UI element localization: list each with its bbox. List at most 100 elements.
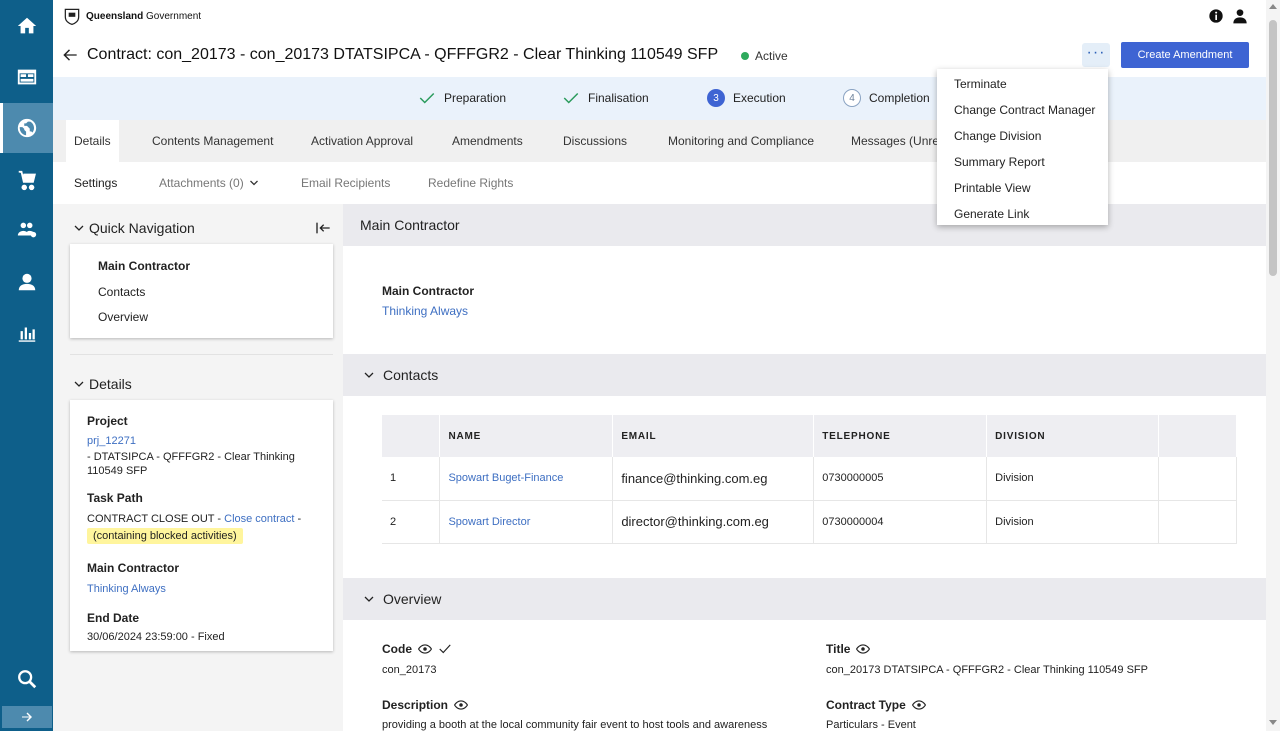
more-options-button[interactable]: ···	[1082, 43, 1110, 67]
menu-change-division[interactable]: Change Division	[954, 129, 1041, 143]
col-name[interactable]: NAME	[439, 415, 614, 457]
cart-icon	[18, 170, 36, 191]
sidebar-item-home[interactable]	[0, 1, 53, 51]
contact-telephone: 0730000005	[813, 457, 988, 501]
tab-amendments[interactable]: Amendments	[444, 120, 531, 162]
details-title: Details	[89, 376, 132, 392]
section-overview[interactable]: Overview	[343, 578, 1266, 620]
eye-icon[interactable]	[911, 698, 926, 712]
quick-nav-contacts[interactable]: Contacts	[98, 285, 145, 299]
quick-nav-main-contractor[interactable]: Main Contractor	[98, 259, 190, 273]
tab-activation-approval[interactable]: Activation Approval	[303, 120, 421, 162]
step-finalisation[interactable]: Finalisation	[562, 89, 649, 107]
check-icon	[439, 644, 451, 654]
col-telephone[interactable]: TELEPHONE	[813, 415, 988, 457]
divider	[70, 354, 333, 355]
subtab-redefine-rights[interactable]: Redefine Rights	[428, 176, 513, 190]
tab-contents-management[interactable]: Contents Management	[144, 120, 281, 162]
tab-discussions[interactable]: Discussions	[555, 120, 635, 162]
contact-email: director@thinking.com.eg	[612, 500, 815, 544]
main-contractor-link[interactable]: Thinking Always	[87, 582, 307, 596]
menu-summary-report[interactable]: Summary Report	[954, 155, 1045, 169]
brand-text: Queensland Government	[86, 10, 202, 22]
scroll-down-arrow[interactable]	[1269, 720, 1277, 725]
description-label-text: Description	[382, 698, 449, 712]
col-actions	[1158, 415, 1237, 457]
sidebar-item-cart[interactable]	[0, 155, 53, 205]
check-icon	[419, 92, 435, 104]
eye-icon[interactable]	[454, 698, 469, 712]
section-title: Main Contractor	[360, 217, 460, 233]
quick-navigation-title: Quick Navigation	[89, 220, 195, 236]
info-icon[interactable]	[1208, 8, 1224, 24]
tab-details[interactable]: Details	[66, 120, 119, 162]
sidebar-item-dashboard[interactable]	[0, 52, 53, 102]
col-division[interactable]: DIVISION	[986, 415, 1160, 457]
tab-monitoring-compliance[interactable]: Monitoring and Compliance	[660, 120, 822, 162]
contract-type-value: Particulars - Event	[826, 719, 916, 731]
blocked-activities-note: (containing blocked activities)	[87, 528, 243, 544]
step-number: 3	[707, 89, 725, 107]
scroll-up-arrow[interactable]	[1269, 4, 1277, 9]
title-value: con_20173 DTATSIPCA - QFFFGR2 - Clear Th…	[826, 664, 1148, 676]
menu-change-contract-manager[interactable]: Change Contract Manager	[954, 103, 1095, 117]
section-title: Overview	[383, 591, 442, 607]
sidebar-item-contracts[interactable]	[0, 103, 53, 153]
page-scrollbar[interactable]	[1266, 0, 1280, 731]
subtab-email-recipients[interactable]: Email Recipients	[301, 176, 390, 190]
sidebar-expand-button[interactable]	[2, 706, 52, 728]
project-link[interactable]: prj_12271	[87, 434, 307, 448]
arrow-right-icon	[22, 712, 32, 722]
check-icon	[563, 92, 579, 104]
sidebar-item-people[interactable]	[0, 205, 53, 255]
subtab-attachments[interactable]: Attachments (0)	[159, 176, 260, 190]
menu-generate-link[interactable]: Generate Link	[954, 207, 1029, 221]
scroll-thumb[interactable]	[1269, 20, 1277, 276]
sidebar-item-user[interactable]	[0, 257, 53, 307]
quick-nav-overview[interactable]: Overview	[98, 310, 148, 324]
contact-name-link[interactable]: Spowart Director	[439, 500, 614, 544]
code-value: con_20173	[382, 664, 437, 676]
main-contractor-field-label: Main Contractor	[382, 284, 475, 298]
subtab-settings[interactable]: Settings	[74, 176, 117, 190]
eye-icon[interactable]	[856, 642, 871, 656]
eye-icon[interactable]	[418, 642, 432, 656]
quick-navigation-header[interactable]: Quick Navigation	[73, 220, 195, 236]
col-email[interactable]: EMAIL	[612, 415, 815, 457]
sidebar-item-reports[interactable]	[0, 308, 53, 358]
step-completion[interactable]: 4 Completion	[843, 89, 930, 107]
home-icon	[17, 17, 36, 34]
menu-terminate[interactable]: Terminate	[954, 77, 1007, 91]
task-path-link[interactable]: Close contract	[224, 513, 294, 525]
description-value: providing a booth at the local community…	[382, 719, 768, 731]
status-badge: Active	[741, 49, 788, 63]
user-icon	[18, 273, 35, 291]
left-panel: Quick Navigation Main Contractor Contact…	[53, 204, 343, 731]
task-path-value: CONTRACT CLOSE OUT - Close contract -	[87, 512, 327, 526]
task-path-label: Task Path	[87, 491, 143, 505]
back-arrow-icon[interactable]	[62, 47, 78, 63]
step-label: Preparation	[444, 91, 507, 105]
sidebar-item-search[interactable]	[0, 654, 53, 704]
step-execution[interactable]: 3 Execution	[707, 89, 786, 107]
contract-type-label-text: Contract Type	[826, 698, 906, 712]
menu-printable-view[interactable]: Printable View	[954, 181, 1031, 195]
contact-name-link[interactable]: Spowart Buget-Finance	[439, 457, 614, 501]
chevron-down-icon	[249, 180, 258, 186]
details-header[interactable]: Details	[73, 376, 132, 392]
contact-division: Division	[986, 457, 1160, 501]
account-icon[interactable]	[1232, 8, 1248, 24]
main-contractor-field-link[interactable]: Thinking Always	[382, 304, 468, 318]
title-label: Title	[826, 642, 871, 656]
create-amendment-button[interactable]: Create Amendment	[1121, 42, 1249, 68]
search-icon	[17, 670, 36, 689]
contract-type-label: Contract Type	[826, 698, 926, 712]
collapse-panel-icon[interactable]	[315, 220, 331, 236]
step-label: Execution	[733, 91, 786, 105]
more-dots: ···	[1086, 43, 1106, 61]
globe-handshake-icon	[17, 118, 36, 138]
project-desc: - DTATSIPCA - QFFFGR2 - Clear Thinking 1…	[87, 451, 295, 477]
section-contacts[interactable]: Contacts	[343, 354, 1266, 396]
step-preparation[interactable]: Preparation	[418, 89, 506, 107]
task-path-suffix: -	[297, 513, 302, 525]
